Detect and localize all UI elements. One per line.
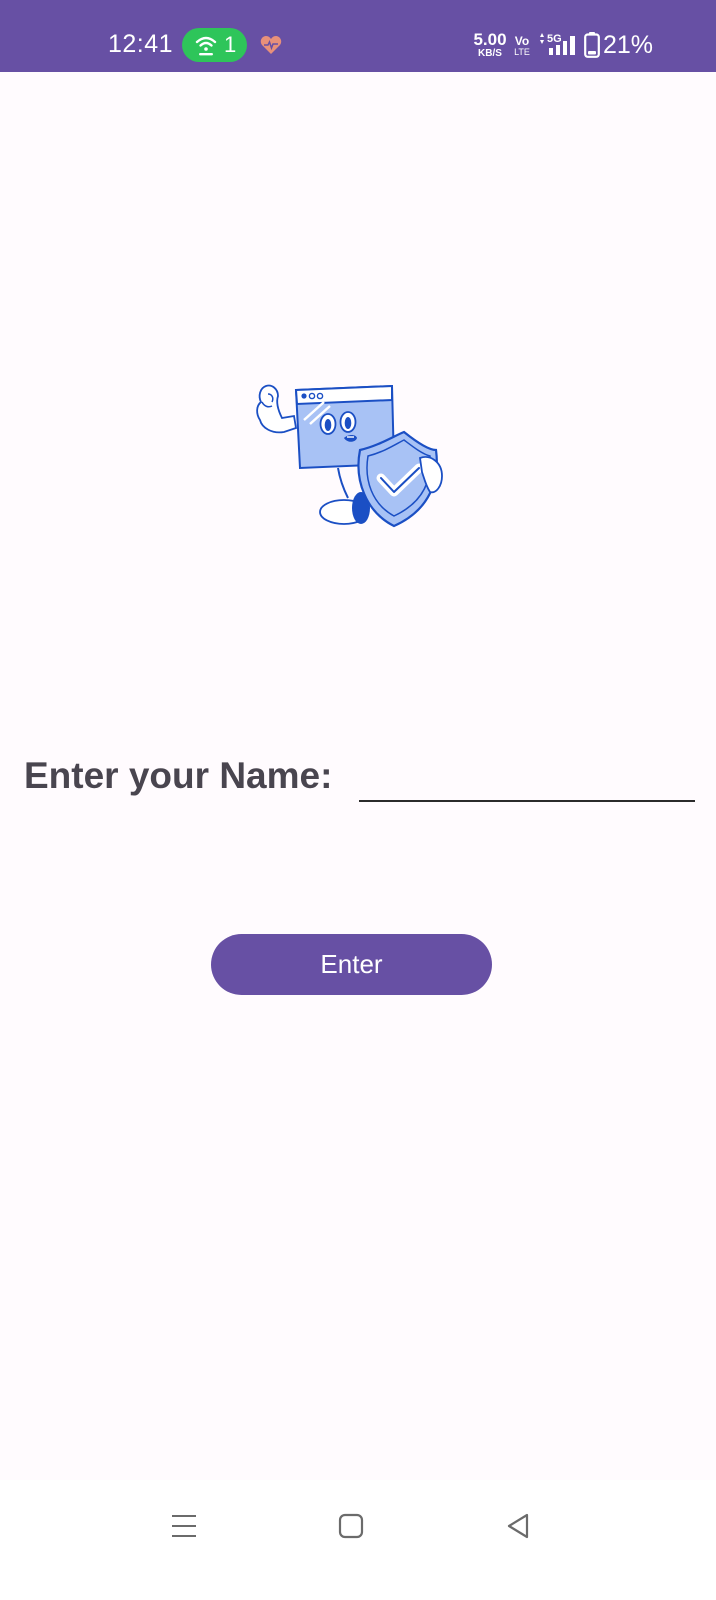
network-speed-unit: KB/S (478, 48, 502, 59)
battery-percent: 21% (603, 31, 654, 59)
shield-mascot-illustration (256, 384, 443, 528)
volte-bottom: LTE (514, 47, 530, 57)
hotspot-count: 1 (224, 32, 237, 57)
back-icon (507, 1513, 529, 1539)
home-button[interactable] (323, 1502, 379, 1550)
name-input[interactable] (359, 758, 695, 802)
back-button[interactable] (490, 1502, 546, 1550)
enter-button[interactable]: Enter (211, 934, 492, 995)
name-label: Enter your Name: (24, 755, 333, 796)
hotspot-icon (195, 36, 217, 56)
recent-apps-button[interactable] (156, 1502, 212, 1550)
hotspot-indicator[interactable]: 1 (182, 28, 247, 62)
signal-icon: 5G (540, 33, 575, 55)
battery-icon (584, 32, 600, 58)
volte-indicator: Vo LTE (512, 35, 532, 57)
network-type: 5G (547, 33, 562, 45)
ok-hand-icon (256, 384, 298, 434)
menu-icon (172, 1515, 196, 1537)
home-icon (338, 1513, 364, 1539)
network-speed-value: 5.00 (473, 30, 507, 49)
heart-icon (260, 36, 282, 54)
navigation-bar (0, 1480, 716, 1600)
network-speed: 5.00 KB/S (472, 31, 508, 59)
volte-top: Vo (514, 34, 530, 48)
status-bar: 12:41 1 5.00 KB/S Vo LTE 5G 21% (0, 0, 716, 72)
status-time: 12:41 (108, 30, 174, 58)
